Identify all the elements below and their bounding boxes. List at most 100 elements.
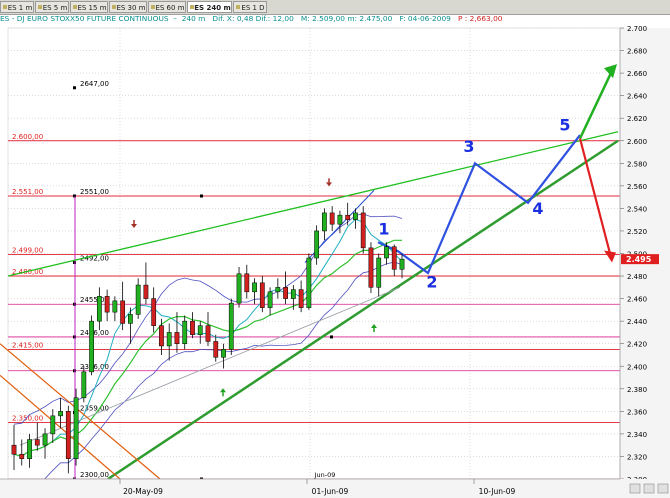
price-tick-label: 2.520	[627, 228, 647, 236]
tab-es-5-m[interactable]: ES 5 m	[35, 1, 69, 13]
candle	[166, 332, 172, 347]
candle	[143, 284, 149, 299]
time-tick-label: 10-Jun-09	[479, 487, 516, 496]
price-tick-label: 2.360	[627, 408, 647, 416]
candle	[135, 284, 141, 315]
price-tick-label: 2.400	[627, 363, 647, 371]
wave-label-4: 4	[532, 199, 543, 218]
candle	[73, 397, 79, 459]
level-label: 2.600,00	[12, 133, 43, 141]
level-marker	[330, 335, 333, 339]
candle	[197, 325, 203, 335]
level-marker	[73, 86, 76, 90]
candle	[228, 302, 234, 350]
candle	[337, 214, 343, 225]
info-period: 240 m	[181, 14, 206, 23]
price-tick-label: 2.620	[627, 115, 647, 123]
tab-es-1-d[interactable]: ES 1 D	[233, 1, 267, 13]
info-bar: ES - DJ EURO STOXX50 FUTURE CONTINUOUS –…	[0, 14, 503, 23]
candle	[27, 439, 32, 459]
candle	[259, 282, 265, 308]
tab-es-30-m[interactable]: ES 30 m	[109, 1, 147, 13]
candle	[19, 453, 25, 459]
level-label: 2.499,00	[12, 247, 43, 255]
candle	[399, 258, 405, 270]
price-tick-label: 2.580	[627, 160, 647, 168]
candle	[104, 296, 110, 313]
chart-icon	[236, 5, 240, 9]
time-tick-label: 20-May-09	[123, 487, 163, 496]
candle	[205, 325, 211, 342]
level-label: 2.350,00	[12, 415, 43, 423]
candle	[174, 332, 180, 344]
level-label: 2455,00	[80, 296, 109, 304]
price-axis: 2.700 2.680 2.660 2.640 2.620 2.600 2.580 2.560…	[619, 25, 670, 484]
price-tick-label: 2.600	[627, 138, 647, 146]
candle	[267, 291, 273, 308]
chart-icon	[73, 5, 77, 9]
price-tick-label: 2.540	[627, 205, 647, 213]
price-tick-label: 2.640	[627, 93, 647, 101]
price-tick-label: 2.460	[627, 296, 647, 304]
candle	[96, 296, 102, 322]
price-tick-label: 2.380	[627, 386, 647, 394]
tab-es-1-m[interactable]: ES 1 m	[0, 1, 34, 13]
tab-es-60-m[interactable]: ES 60 m	[148, 1, 186, 13]
candle	[244, 273, 250, 293]
timeframe-tabs: ES 1 m ES 5 m ES 15 m ES 30 m ES 60 m ES 240 …	[0, 0, 670, 15]
candle	[329, 212, 335, 225]
level-marker	[200, 194, 203, 198]
level-label: 2426,00	[80, 329, 109, 337]
price-tick-label: 2.340	[627, 431, 647, 439]
chart-icon	[112, 5, 116, 9]
price-tick-label: 2.420	[627, 341, 647, 349]
candle	[81, 371, 87, 399]
time-tick-label: 01-Jun-09	[312, 487, 349, 496]
candle	[58, 411, 63, 417]
scroll-button	[643, 483, 655, 494]
tab-es-15-m[interactable]: ES 15 m	[70, 1, 108, 13]
level-label: 2300,00	[80, 471, 109, 479]
candle	[120, 300, 126, 324]
info-date: F: 04-06-2009	[399, 14, 451, 23]
price-tick-label: 2.320	[627, 453, 647, 461]
level-label: 2.551,00	[12, 188, 43, 196]
info-dif: Dif. X: 0,48 Dif.: 12,00	[212, 14, 294, 23]
last-price-label: 2.495	[626, 255, 652, 264]
wave-label-3: 3	[463, 137, 474, 156]
candle	[252, 282, 257, 293]
candle	[345, 214, 351, 220]
level-label: 2551,00	[80, 188, 109, 196]
scroll-button	[629, 483, 641, 494]
wave-label-5: 5	[559, 116, 570, 135]
candle	[298, 289, 304, 308]
candle	[322, 212, 327, 232]
candle	[11, 444, 17, 455]
scroll-button	[657, 483, 669, 494]
candle	[213, 341, 219, 358]
candle	[89, 320, 94, 373]
tab-es-240-m[interactable]: ES 240 m	[187, 1, 232, 13]
candle	[50, 415, 56, 435]
candle	[283, 287, 288, 299]
candle	[353, 212, 358, 220]
candle	[34, 439, 40, 446]
candle	[236, 273, 242, 304]
time-tick-label-small: Jun-09	[314, 471, 336, 479]
candle	[391, 246, 397, 270]
candle	[376, 257, 382, 288]
info-maxmin: M: 2.509,00 m: 2.475,00	[300, 14, 393, 23]
chart-icon	[190, 5, 194, 9]
candle	[306, 257, 312, 308]
candle	[159, 325, 164, 347]
candle	[182, 320, 188, 344]
price-chart: 2.600,002.551,002.499,002.480,002.415,00…	[0, 25, 670, 498]
candle	[314, 230, 320, 259]
candle	[190, 320, 195, 335]
tab-label: ES 240 m	[194, 4, 231, 12]
candle	[112, 300, 118, 313]
info-price: P : 2,663,00	[457, 14, 503, 23]
candle	[360, 212, 366, 249]
candle	[128, 314, 133, 324]
chart-icon	[3, 5, 7, 9]
